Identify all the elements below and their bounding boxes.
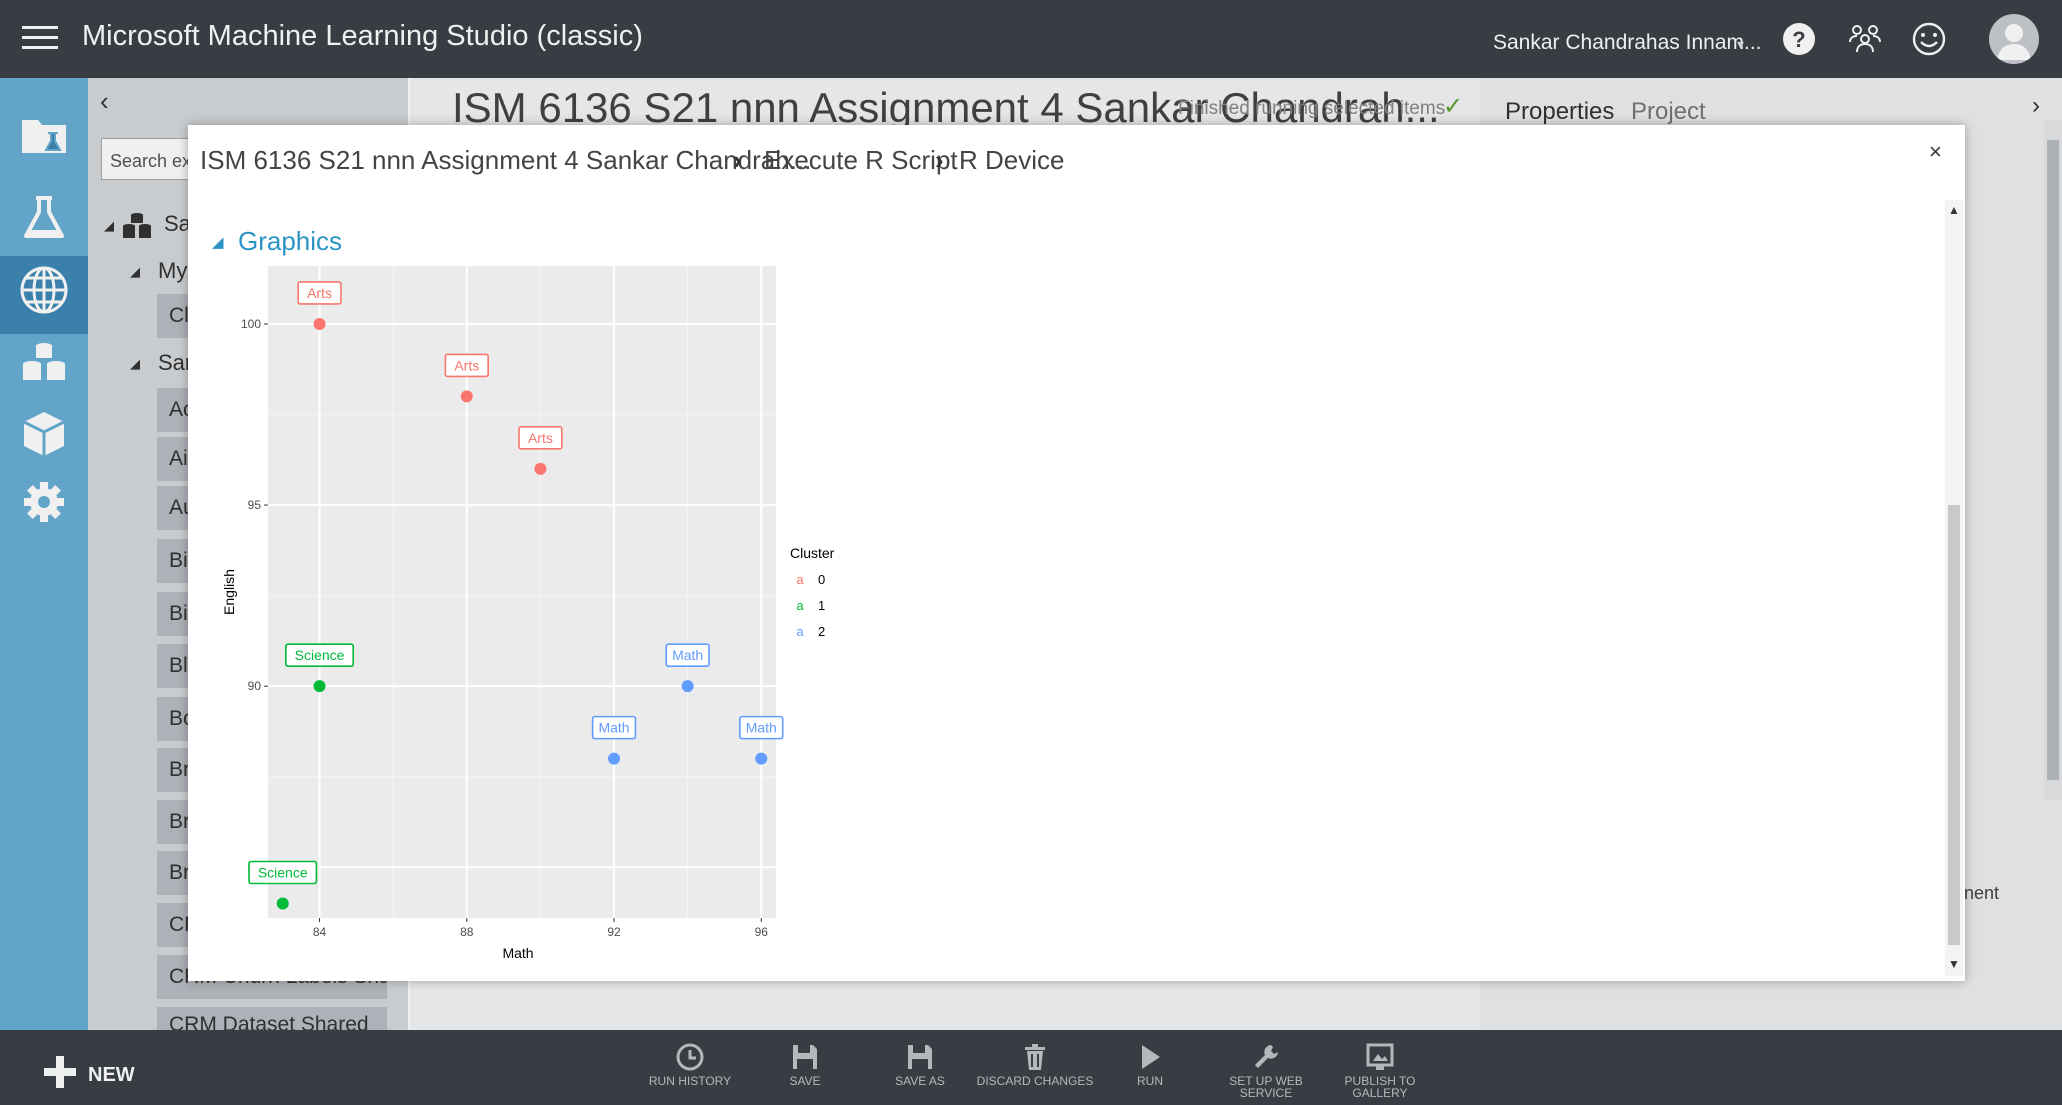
breadcrumb-module[interactable]: Execute R Script	[764, 145, 958, 176]
data-point	[313, 680, 326, 693]
data-point	[755, 752, 768, 765]
legend-key: a	[796, 598, 804, 613]
legend-entry-label: 0	[818, 572, 825, 587]
y-tick-label: 90	[248, 679, 262, 693]
x-tick-label: 88	[460, 925, 474, 939]
data-point	[608, 752, 621, 765]
data-label: Arts	[307, 285, 332, 301]
x-axis-label: Math	[502, 945, 533, 961]
data-point	[313, 317, 326, 330]
scroll-up-arrow-icon[interactable]: ▲	[1948, 203, 1960, 217]
x-tick-label: 84	[313, 925, 327, 939]
data-point	[460, 390, 473, 403]
breadcrumb-experiment[interactable]: ISM 6136 S21 nnn Assignment 4 Sankar Cha…	[200, 145, 811, 176]
x-tick-label: 96	[755, 925, 769, 939]
data-label: Arts	[528, 430, 553, 446]
data-label: Math	[598, 720, 629, 736]
y-axis-label: English	[221, 569, 237, 615]
breadcrumb-chevron-icon: ›	[935, 145, 944, 175]
scroll-down-arrow-icon[interactable]: ▼	[1948, 957, 1960, 971]
legend-title: Cluster	[790, 545, 835, 561]
data-label: Math	[672, 647, 703, 663]
data-point	[681, 680, 694, 693]
breadcrumb-output-port: R Device	[959, 145, 1065, 175]
breadcrumb-chevron-icon: ›	[733, 145, 742, 175]
plot-panel	[268, 266, 776, 918]
data-point	[276, 897, 289, 910]
legend-key: a	[796, 624, 804, 639]
legend-entry-label: 1	[818, 598, 825, 613]
dialog-scrollbar-thumb[interactable]	[1948, 505, 1960, 945]
y-tick-label: 95	[248, 498, 262, 512]
legend-entry-label: 2	[818, 624, 825, 639]
y-tick-label: 100	[241, 317, 261, 331]
collapse-toggle-icon[interactable]: ◢	[212, 233, 224, 251]
data-label: Science	[295, 647, 345, 663]
data-label: Science	[258, 865, 308, 881]
legend: Cluster a 0a 1a 2	[790, 545, 835, 639]
close-icon[interactable]: ×	[1929, 139, 1942, 165]
x-tick-label: 92	[607, 925, 621, 939]
data-label: Math	[746, 720, 777, 736]
scatter-plot: 84889296859095100 ArtsArtsArtsScienceSci…	[221, 266, 835, 961]
legend-key: a	[796, 572, 804, 587]
data-label: Arts	[454, 357, 479, 373]
data-point	[534, 462, 547, 475]
